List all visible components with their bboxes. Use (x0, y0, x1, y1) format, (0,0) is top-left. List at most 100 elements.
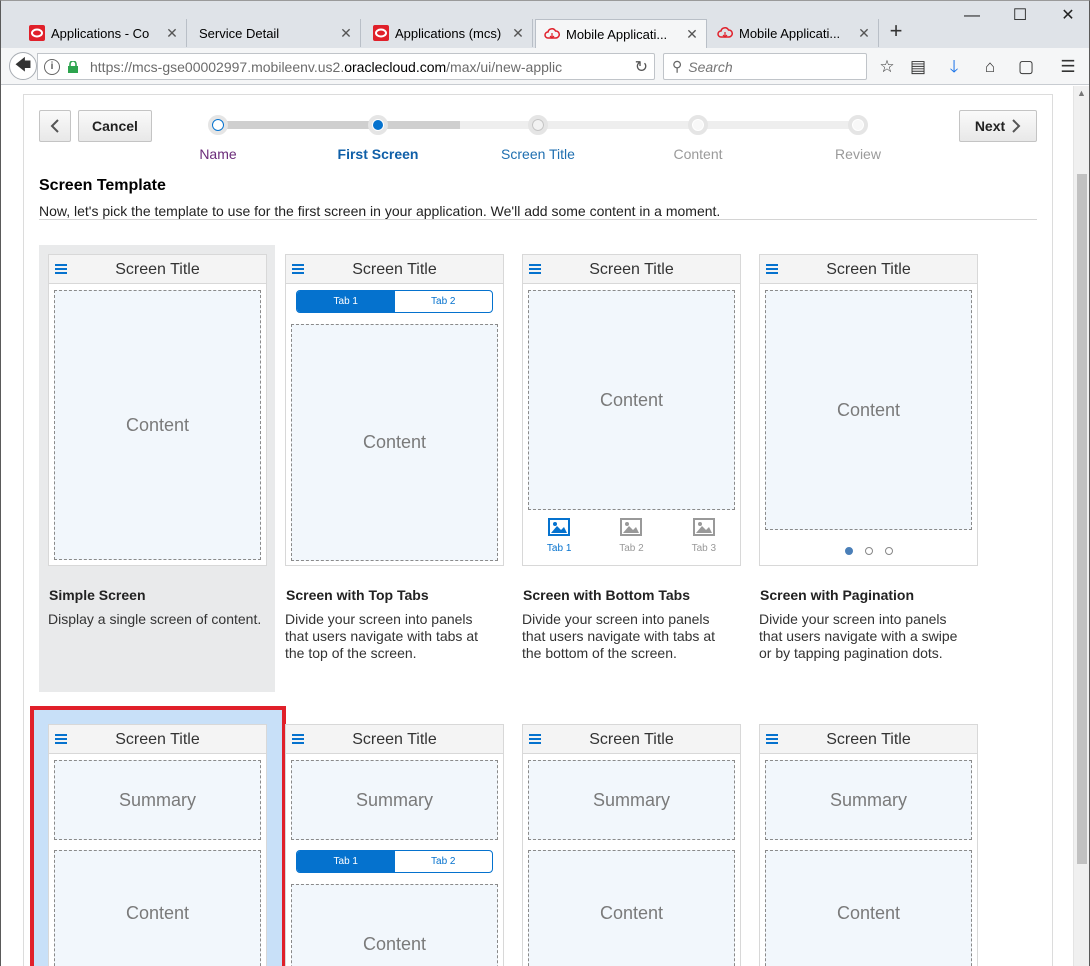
pagination-dots (760, 547, 977, 555)
oracle-logo-icon (373, 25, 389, 41)
page-viewport: Cancel Next Name First Screen Screen Tit… (1, 86, 1073, 966)
content-placeholder: Content (291, 884, 498, 966)
preview-tab-bar: Tab 1 Tab 2 (296, 290, 493, 313)
close-tab-icon[interactable]: ✕ (856, 25, 872, 42)
browser-tab[interactable]: Applications - Co ✕ (21, 19, 187, 47)
template-top-tabs[interactable]: Screen Title Tab 1 Tab 2 Content Screen … (276, 245, 512, 692)
preview-screen-title: Screen Title (115, 731, 200, 748)
wizard-card: Cancel Next Name First Screen Screen Tit… (23, 94, 1053, 966)
address-bar[interactable]: i https://mcs-gse00002997.mobileenv.us2.… (37, 53, 655, 80)
close-window-icon[interactable]: ✕ (1053, 5, 1083, 27)
image-icon (548, 518, 571, 536)
content-placeholder: Content (54, 290, 261, 560)
step-name-label[interactable]: Name (148, 146, 288, 162)
lock-icon (68, 60, 78, 73)
next-button[interactable]: Next (959, 110, 1037, 142)
search-icon: ⚲ (672, 58, 683, 74)
scroll-up-icon[interactable]: ▲ (1077, 88, 1086, 98)
preview-screen-title: Screen Title (115, 261, 200, 278)
reading-list-icon[interactable]: ▤ (907, 56, 929, 78)
content-placeholder: Content (765, 850, 972, 966)
preview-tab: Tab 2 (431, 856, 456, 867)
template-name: Screen with Pagination (760, 587, 915, 603)
template-preview: Screen Title Content (759, 254, 978, 566)
preview-tab-bar: Tab 1 Tab 2 (296, 850, 493, 873)
back-button[interactable]: 🡄 (9, 52, 37, 80)
template-summary-pagination[interactable]: Screen Title Summary Content (750, 715, 986, 966)
search-input[interactable] (688, 58, 849, 75)
browser-tab[interactable]: Applications (mcs) ✕ (365, 19, 533, 47)
tab-title: Service Detail (199, 25, 280, 41)
section-description: Now, let's pick the template to use for … (39, 203, 721, 219)
image-icon (620, 518, 643, 536)
step-screen-title-stop[interactable] (528, 115, 548, 135)
preview-screen-title: Screen Title (826, 261, 911, 278)
info-icon[interactable]: i (44, 58, 60, 75)
scrollbar-thumb[interactable] (1077, 174, 1087, 864)
preview-header: Screen Title (49, 255, 266, 284)
preview-tab: Tab 1 (297, 291, 395, 312)
template-preview: Screen Title Content Tab 1 Tab 2 Tab 3 (522, 254, 741, 566)
search-box[interactable]: ⚲ (663, 53, 867, 80)
page-scrollbar[interactable]: ▲ (1073, 86, 1089, 966)
template-pagination[interactable]: Screen Title Content Screen with Paginat… (750, 245, 986, 692)
template-preview: Screen Title Content (48, 254, 267, 566)
close-tab-icon[interactable]: ✕ (510, 25, 526, 42)
preview-header: Screen Title (286, 725, 503, 754)
browser-tab[interactable]: Mobile Applicati... ✕ (709, 19, 879, 47)
step-review-label: Review (835, 146, 881, 162)
template-preview: Screen Title Tab 1 Tab 2 Content (285, 254, 504, 566)
browser-tab[interactable]: Service Detail ✕ (189, 19, 361, 47)
close-tab-icon[interactable]: ✕ (684, 26, 700, 43)
step-screen-title-label[interactable]: Screen Title (468, 146, 608, 162)
preview-bottom-tabs: Tab 1 Tab 2 Tab 3 (523, 518, 740, 554)
bookmark-star-icon[interactable]: ☆ (876, 56, 898, 78)
cloud-icon (717, 27, 733, 38)
preview-tab-label: Tab 2 (619, 543, 644, 554)
preview-header: Screen Title (523, 255, 740, 284)
preview-tab-label: Tab 3 (691, 543, 717, 554)
pocket-icon[interactable]: ▢ (1015, 56, 1037, 78)
chevron-right-icon (1012, 119, 1021, 133)
back-step-button[interactable] (39, 110, 71, 142)
close-tab-icon[interactable]: ✕ (164, 25, 180, 42)
preview-header: Screen Title (523, 725, 740, 754)
step-name-stop[interactable] (208, 115, 228, 135)
template-bottom-tabs[interactable]: Screen Title Content Tab 1 Tab 2 Tab 3 S… (513, 245, 749, 692)
cancel-button[interactable]: Cancel (78, 110, 152, 142)
preview-tab: Tab 1 (523, 518, 595, 554)
minimize-icon[interactable]: — (957, 5, 987, 27)
home-icon[interactable]: ⌂ (979, 56, 1001, 78)
train-track-future (460, 121, 860, 129)
template-summary-top-tabs[interactable]: Screen Title Summary Tab 1 Tab 2 Content (276, 715, 512, 966)
tab-title: Applications - Co (51, 25, 150, 41)
reload-icon[interactable]: ↻ (635, 57, 648, 77)
template-preview: Screen Title Summary Content (522, 724, 741, 966)
content-placeholder: Content (291, 324, 498, 561)
content-placeholder: Content (54, 850, 261, 966)
preview-tab: Tab 2 (595, 518, 667, 554)
preview-screen-title: Screen Title (826, 731, 911, 748)
preview-tab: Tab 3 (668, 518, 740, 554)
template-summary-bottom-tabs[interactable]: Screen Title Summary Content (513, 715, 749, 966)
url-text: https://mcs-gse00002997.mobileenv.us2.or… (90, 59, 600, 75)
template-simple-screen[interactable]: Screen Title Content Simple Screen Displ… (39, 245, 275, 692)
step-content-stop (688, 115, 708, 135)
preview-header: Screen Title (760, 255, 977, 284)
maximize-icon[interactable]: ☐ (1005, 5, 1035, 27)
new-tab-icon[interactable]: + (885, 20, 907, 43)
browser-tab-active[interactable]: Mobile Applicati... ✕ (535, 19, 707, 48)
step-review-stop (848, 115, 868, 135)
close-tab-icon[interactable]: ✕ (338, 25, 354, 42)
preview-header: Screen Title (49, 725, 266, 754)
template-preview: Screen Title Summary Tab 1 Tab 2 Content (285, 724, 504, 966)
menu-icon[interactable]: ☰ (1057, 56, 1079, 78)
download-icon[interactable]: 🡓 (943, 56, 965, 78)
oracle-logo-icon (29, 25, 45, 41)
summary-placeholder: Summary (528, 760, 735, 840)
step-first-screen-stop[interactable] (368, 115, 388, 135)
preview-screen-title: Screen Title (352, 261, 437, 278)
template-summary-content[interactable]: Screen Title Summary Content (39, 715, 275, 966)
template-name: Screen with Top Tabs (286, 587, 429, 603)
section-title: Screen Template (39, 177, 166, 194)
